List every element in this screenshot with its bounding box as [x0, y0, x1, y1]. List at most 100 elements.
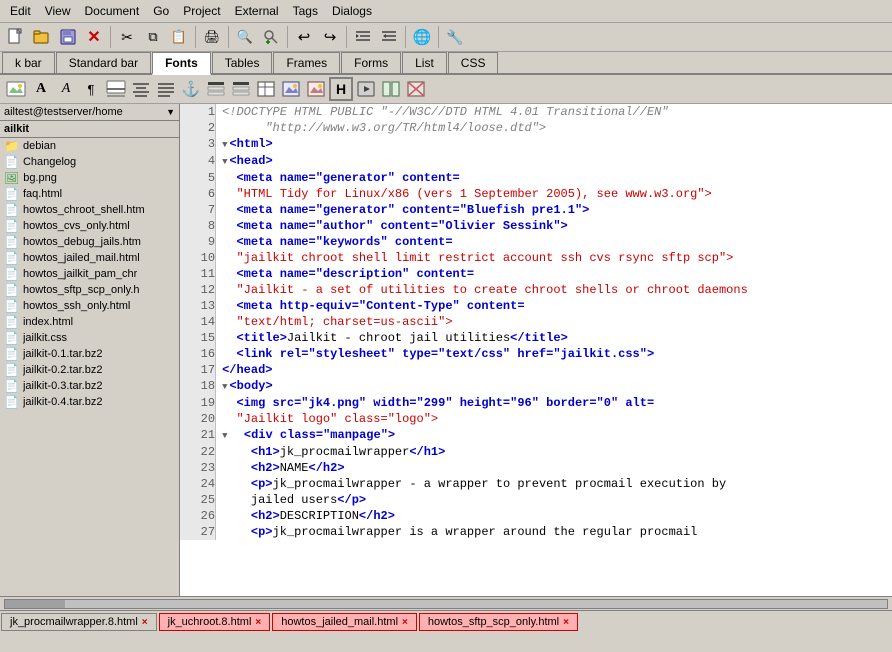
- table-btn[interactable]: [254, 77, 278, 101]
- line-number-5: 5: [180, 170, 216, 186]
- tab-css[interactable]: CSS: [448, 52, 499, 73]
- fold-icon[interactable]: ▼: [222, 382, 227, 392]
- preview-btn[interactable]: 🌐: [410, 25, 434, 49]
- subscript-btn[interactable]: [154, 77, 178, 101]
- menu-external[interactable]: External: [229, 2, 285, 20]
- table-row: 21▼ <div class="manpage">: [180, 427, 892, 444]
- line-number-15: 15: [180, 330, 216, 346]
- paragraph-btn[interactable]: ¶: [79, 77, 103, 101]
- tab-kbar[interactable]: k bar: [2, 52, 55, 73]
- sidebar-item[interactable]: 📄howtos_chroot_shell.htm: [0, 202, 179, 218]
- sidebar-item[interactable]: 📄howtos_cvs_only.html: [0, 218, 179, 234]
- align-left-btn[interactable]: [204, 77, 228, 101]
- dropdown-icon[interactable]: ▼: [166, 107, 175, 117]
- sidebar-item-icon-13: 📄: [4, 347, 19, 361]
- anchor-btn[interactable]: ⚓: [179, 77, 203, 101]
- settings-btn[interactable]: 🔧: [443, 25, 467, 49]
- bottom-tab-0[interactable]: jk_procmailwrapper.8.html×: [1, 613, 157, 631]
- table-row: 24 <p>jk_procmailwrapper - a wrapper to …: [180, 476, 892, 492]
- menu-dialogs[interactable]: Dialogs: [326, 2, 378, 20]
- paste-btn[interactable]: 📋: [167, 25, 191, 49]
- fold-icon[interactable]: ▼: [222, 140, 227, 150]
- center-btn[interactable]: [129, 77, 153, 101]
- menu-edit[interactable]: Edit: [4, 2, 37, 20]
- sidebar-item-label-10: howtos_ssh_only.html: [23, 300, 130, 312]
- sidebar-item[interactable]: 📄howtos_jailkit_pam_chr: [0, 266, 179, 282]
- tab-list[interactable]: List: [402, 52, 447, 73]
- hscroll-thumb[interactable]: [5, 600, 65, 608]
- code-line-21: ▼ <div class="manpage">: [216, 427, 892, 444]
- code-line-27: <p>jk_procmailwrapper is a wrapper aroun…: [216, 524, 892, 540]
- undo-btn[interactable]: ↩: [292, 25, 316, 49]
- replace-btn[interactable]: [259, 25, 283, 49]
- find-btn[interactable]: 🔍: [233, 25, 257, 49]
- heading-btn[interactable]: H: [329, 77, 353, 101]
- bottom-tab-close-2[interactable]: ×: [402, 617, 408, 628]
- sidebar-item[interactable]: 📄index.html: [0, 314, 179, 330]
- tab-frames[interactable]: Frames: [273, 52, 340, 73]
- code-line-4: ▼<head>: [216, 153, 892, 170]
- tab-standardbar[interactable]: Standard bar: [56, 52, 151, 73]
- hscroll-track[interactable]: [4, 599, 888, 609]
- sidebar-item-label-15: jailkit-0.3.tar.bz2: [23, 380, 102, 392]
- sidebar-item[interactable]: 📄howtos_ssh_only.html: [0, 298, 179, 314]
- tab-fonts[interactable]: Fonts: [152, 52, 211, 75]
- sidebar-item[interactable]: 📄jailkit.css: [0, 330, 179, 346]
- insert-image-btn[interactable]: [4, 77, 28, 101]
- open-btn[interactable]: [30, 25, 54, 49]
- sidebar-item[interactable]: 📄jailkit-0.3.tar.bz2: [0, 378, 179, 394]
- hscroll[interactable]: [0, 596, 892, 610]
- menu-go[interactable]: Go: [147, 2, 175, 20]
- code-line-23: <h2>NAME</h2>: [216, 460, 892, 476]
- new-file-btn[interactable]: [4, 25, 28, 49]
- media-btn[interactable]: [354, 77, 378, 101]
- redo-btn[interactable]: ↪: [318, 25, 342, 49]
- italic-btn[interactable]: A: [54, 77, 78, 101]
- line-number-10: 10: [180, 250, 216, 266]
- table-row: 7 <meta name="generator" content="Bluefi…: [180, 202, 892, 218]
- tab-forms[interactable]: Forms: [341, 52, 401, 73]
- sidebar-item[interactable]: 📄howtos_jailed_mail.html: [0, 250, 179, 266]
- sidebar-item[interactable]: 📄jailkit-0.2.tar.bz2: [0, 362, 179, 378]
- sep7: [438, 26, 439, 48]
- bottom-tabbar: jk_procmailwrapper.8.html×jk_uchroot.8.h…: [0, 610, 892, 633]
- fold-icon[interactable]: ▼: [222, 431, 227, 441]
- sidebar-item[interactable]: 📄jailkit-0.4.tar.bz2: [0, 394, 179, 410]
- menu-project[interactable]: Project: [177, 2, 226, 20]
- fold-icon[interactable]: ▼: [222, 157, 227, 167]
- bottom-tab-1[interactable]: jk_uchroot.8.html×: [159, 613, 271, 631]
- sidebar-item[interactable]: 📄howtos_debug_jails.htm: [0, 234, 179, 250]
- bottom-tab-close-0[interactable]: ×: [142, 617, 148, 628]
- menu-document[interactable]: Document: [78, 2, 145, 20]
- sidebar-item[interactable]: 📄jailkit-0.1.tar.bz2: [0, 346, 179, 362]
- bottom-tab-close-1[interactable]: ×: [255, 617, 261, 628]
- print-btn[interactable]: 🖨: [200, 25, 224, 49]
- bottom-tab-close-3[interactable]: ×: [563, 617, 569, 628]
- image2-btn[interactable]: [279, 77, 303, 101]
- menu-view[interactable]: View: [39, 2, 77, 20]
- hr-btn[interactable]: [104, 77, 128, 101]
- menu-tags[interactable]: Tags: [287, 2, 324, 20]
- cut-btn[interactable]: ✂: [115, 25, 139, 49]
- save-btn[interactable]: [56, 25, 80, 49]
- editor[interactable]: 1<!DOCTYPE HTML PUBLIC "-//W3C//DTD HTML…: [180, 104, 892, 596]
- align-right-btn[interactable]: [229, 77, 253, 101]
- tab-tables[interactable]: Tables: [212, 52, 273, 73]
- outdent-btn[interactable]: [377, 25, 401, 49]
- img4-btn[interactable]: [379, 77, 403, 101]
- sidebar-item[interactable]: 📄Changelog: [0, 154, 179, 170]
- sidebar-item[interactable]: 🖼bg.png: [0, 170, 179, 186]
- img5-btn[interactable]: [404, 77, 428, 101]
- sidebar-item[interactable]: 📄faq.html: [0, 186, 179, 202]
- copy-btn[interactable]: ⧉: [141, 25, 165, 49]
- indent-btn[interactable]: [351, 25, 375, 49]
- sidebar-item[interactable]: 📄howtos_sftp_scp_only.h: [0, 282, 179, 298]
- bottom-tab-3[interactable]: howtos_sftp_scp_only.html×: [419, 613, 578, 631]
- image3-btn[interactable]: [304, 77, 328, 101]
- close-file-btn[interactable]: ✕: [82, 25, 106, 49]
- bold-btn[interactable]: A: [29, 77, 53, 101]
- sidebar-item[interactable]: 📁debian: [0, 138, 179, 154]
- bottom-tab-2[interactable]: howtos_jailed_mail.html×: [272, 613, 417, 631]
- sidebar-item-icon-0: 📁: [4, 139, 19, 153]
- table-row: 10 "jailkit chroot shell limit restrict …: [180, 250, 892, 266]
